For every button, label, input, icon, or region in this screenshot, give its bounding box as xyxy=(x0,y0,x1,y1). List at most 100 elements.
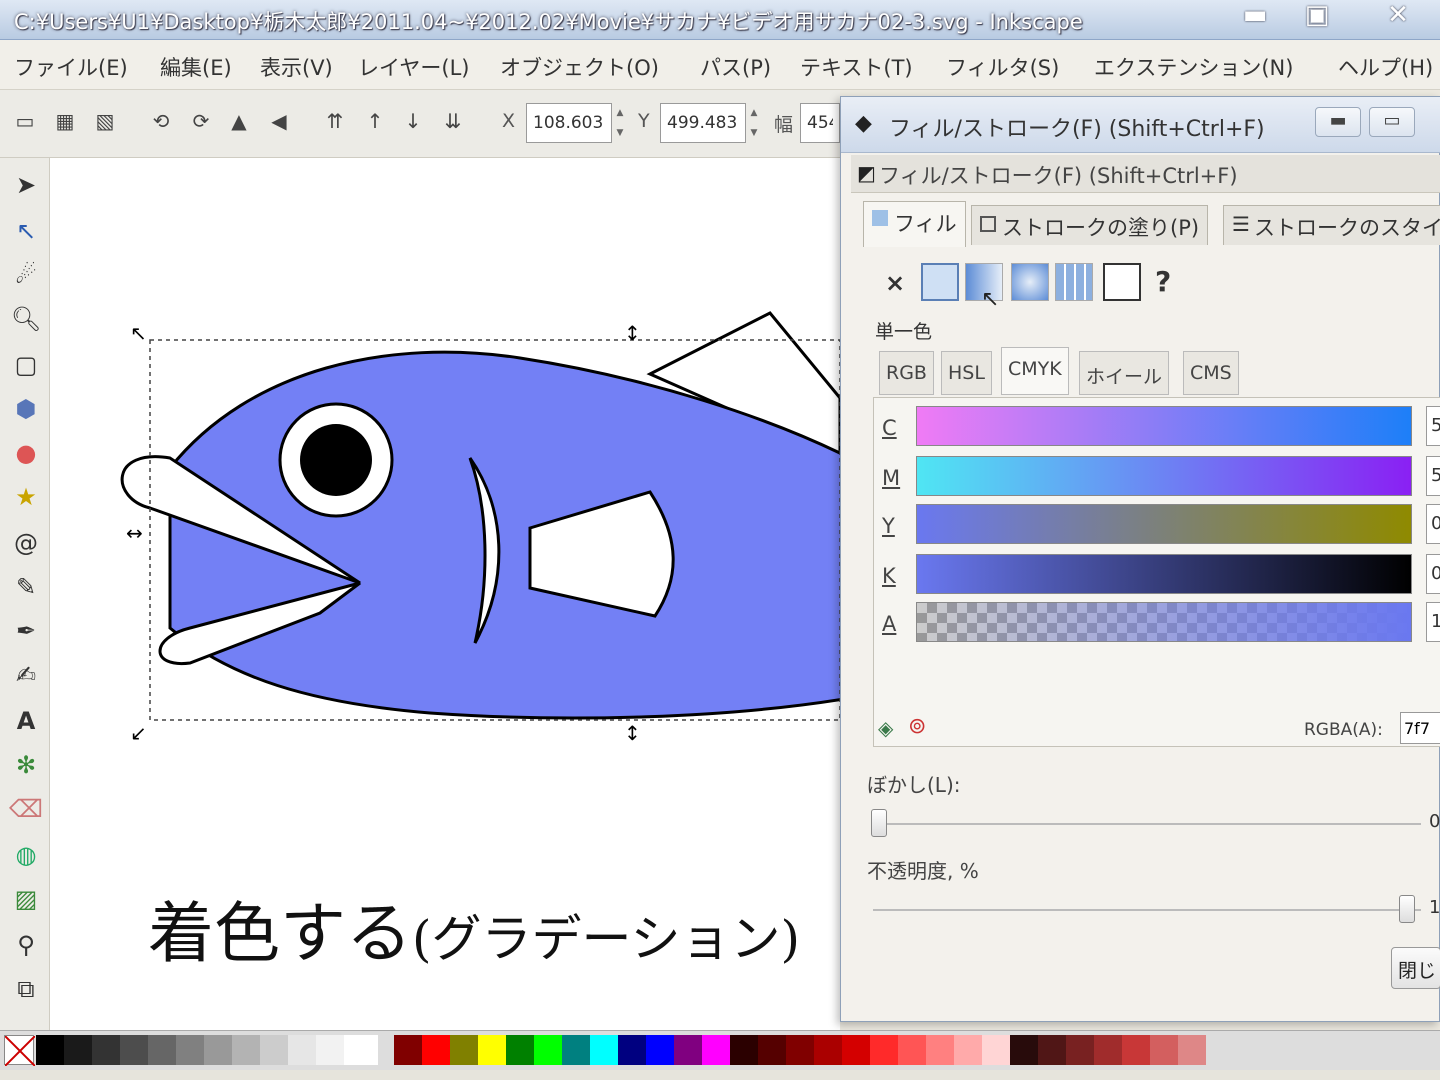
channel-c-value[interactable]: 5 xyxy=(1426,406,1440,446)
rotate-ccw-icon[interactable]: ⟲ xyxy=(146,106,176,136)
close-button[interactable]: ✕ xyxy=(1362,0,1434,32)
radial-gradient-button[interactable] xyxy=(1011,263,1049,301)
star-tool-icon[interactable]: ★ xyxy=(8,478,44,516)
eye-pupil[interactable] xyxy=(300,424,372,496)
flip-horizontal-icon[interactable]: ▲ xyxy=(224,106,254,136)
tab-fill[interactable]: フィル xyxy=(863,201,966,247)
palette-swatch[interactable] xyxy=(590,1035,618,1065)
palette-swatch[interactable] xyxy=(926,1035,954,1065)
unset-paint-button[interactable]: ? xyxy=(1155,265,1171,298)
palette-swatch[interactable] xyxy=(1038,1035,1066,1065)
flat-color-button[interactable] xyxy=(921,263,959,301)
channel-y-value[interactable]: 0 xyxy=(1426,504,1440,544)
deselect-icon[interactable]: ▧ xyxy=(90,106,120,136)
palette-swatch[interactable] xyxy=(702,1035,730,1065)
palette-swatch[interactable] xyxy=(260,1035,288,1065)
tab-stroke-paint[interactable]: ストロークの塗り(P) xyxy=(971,205,1209,245)
node-tool-icon[interactable]: ↖ xyxy=(8,212,44,250)
scale-handle-bl[interactable]: ↙ xyxy=(130,721,147,745)
palette-swatch[interactable] xyxy=(450,1035,478,1065)
x-input[interactable] xyxy=(526,103,612,143)
palette-swatch[interactable] xyxy=(786,1035,814,1065)
palette-swatch[interactable] xyxy=(562,1035,590,1065)
paint-bucket-tool-icon[interactable]: ◍ xyxy=(8,836,44,874)
menu-edit[interactable]: 編集(E) xyxy=(160,52,232,82)
palette-swatch[interactable] xyxy=(674,1035,702,1065)
palette-swatch[interactable] xyxy=(898,1035,926,1065)
scale-handle-top[interactable]: ↕ xyxy=(624,321,641,345)
palette-swatch[interactable] xyxy=(1150,1035,1178,1065)
palette-swatch[interactable] xyxy=(148,1035,176,1065)
scale-handle-bottom[interactable]: ↕ xyxy=(624,721,641,745)
pencil-tool-icon[interactable]: ✎ xyxy=(8,568,44,606)
flip-vertical-icon[interactable]: ◀ xyxy=(264,106,294,136)
lower-icon[interactable]: ↓ xyxy=(398,106,428,136)
palette-swatch[interactable] xyxy=(506,1035,534,1065)
rectangle-tool-icon[interactable]: ▢ xyxy=(8,346,44,384)
channel-a-value[interactable]: 1 xyxy=(1426,602,1440,642)
text-tool-icon[interactable]: A xyxy=(8,702,44,740)
channel-m-slider[interactable] xyxy=(916,456,1412,496)
canvas[interactable]: ↖ ↕ ↔ ↙ ↕ 着色する(グラデーション) xyxy=(50,158,840,1030)
palette-swatch[interactable] xyxy=(316,1035,344,1065)
palette-swatch[interactable] xyxy=(1122,1035,1150,1065)
y-input[interactable] xyxy=(660,103,746,143)
menu-file[interactable]: ファイル(E) xyxy=(14,52,128,82)
palette-swatch[interactable] xyxy=(1178,1035,1206,1065)
color-tab-cms[interactable]: CMS xyxy=(1183,351,1239,395)
swatch-button[interactable] xyxy=(1103,263,1141,301)
color-tab-hsl[interactable]: HSL xyxy=(941,351,992,395)
dialog-close-button[interactable]: 閉じ xyxy=(1391,947,1440,989)
palette-swatch[interactable] xyxy=(814,1035,842,1065)
maximize-button[interactable]: ▣ xyxy=(1288,0,1346,32)
gradient-tool-icon[interactable]: ▨ xyxy=(8,880,44,918)
no-paint-button[interactable]: × xyxy=(885,269,905,297)
palette-swatch[interactable] xyxy=(478,1035,506,1065)
width-input[interactable] xyxy=(800,103,840,143)
opacity-value[interactable]: 1 xyxy=(1429,897,1440,918)
spiral-tool-icon[interactable]: @ xyxy=(8,524,44,562)
select-all-icon[interactable]: ▭ xyxy=(10,106,40,136)
menu-filters[interactable]: フィルタ(S) xyxy=(946,52,1059,82)
spray-tool-icon[interactable]: ✻ xyxy=(8,746,44,784)
palette-swatch[interactable] xyxy=(758,1035,786,1065)
palette-none-swatch[interactable] xyxy=(4,1035,36,1067)
palette-swatch[interactable] xyxy=(204,1035,232,1065)
menu-text[interactable]: テキスト(T) xyxy=(800,52,913,82)
channel-m-value[interactable]: 5 xyxy=(1426,456,1440,496)
pen-tool-icon[interactable]: ✒ xyxy=(8,612,44,650)
selector-tool-icon[interactable]: ➤ xyxy=(8,166,44,204)
blur-value[interactable]: 0 xyxy=(1429,811,1440,832)
dialog-maximize-button[interactable]: ▭ xyxy=(1369,107,1415,137)
channel-k-value[interactable]: 0 xyxy=(1426,554,1440,594)
scale-handle-tl[interactable]: ↖ xyxy=(130,321,147,345)
3d-box-tool-icon[interactable]: ⬢ xyxy=(8,390,44,428)
channel-y-slider[interactable] xyxy=(916,504,1412,544)
palette-swatch[interactable] xyxy=(288,1035,316,1065)
palette-swatch[interactable] xyxy=(422,1035,450,1065)
x-spinner[interactable]: ▲ ▼ xyxy=(612,103,628,143)
pattern-button[interactable] xyxy=(1055,263,1093,301)
opacity-slider-track[interactable] xyxy=(873,909,1421,911)
channel-k-slider[interactable] xyxy=(916,554,1412,594)
blur-slider-track[interactable] xyxy=(873,823,1421,825)
palette-swatch[interactable] xyxy=(344,1035,378,1065)
scale-handle-left[interactable]: ↔ xyxy=(126,521,143,545)
tab-stroke-style[interactable]: ☰ ストロークのスタイル xyxy=(1223,205,1440,245)
channel-c-slider[interactable] xyxy=(916,406,1412,446)
palette-swatch[interactable] xyxy=(232,1035,260,1065)
menu-object[interactable]: オブジェクト(O) xyxy=(500,52,659,82)
palette-swatch[interactable] xyxy=(1066,1035,1094,1065)
menu-view[interactable]: 表示(V) xyxy=(260,52,333,82)
palette-swatch[interactable] xyxy=(64,1035,92,1065)
palette-swatch[interactable] xyxy=(842,1035,870,1065)
channel-a-slider[interactable] xyxy=(916,602,1412,642)
y-spinner[interactable]: ▲ ▼ xyxy=(746,103,762,143)
connector-tool-icon[interactable]: ⧉ xyxy=(8,970,44,1008)
menu-layer[interactable]: レイヤー(L) xyxy=(358,52,469,82)
palette-swatch[interactable] xyxy=(982,1035,1010,1065)
dropper-tool-icon[interactable]: ⚲ xyxy=(8,926,44,964)
lower-to-bottom-icon[interactable]: ⇊ xyxy=(438,106,468,136)
zoom-tool-icon[interactable]: 🔍︎ xyxy=(8,300,44,338)
minimize-button[interactable]: ▬ xyxy=(1226,0,1284,32)
